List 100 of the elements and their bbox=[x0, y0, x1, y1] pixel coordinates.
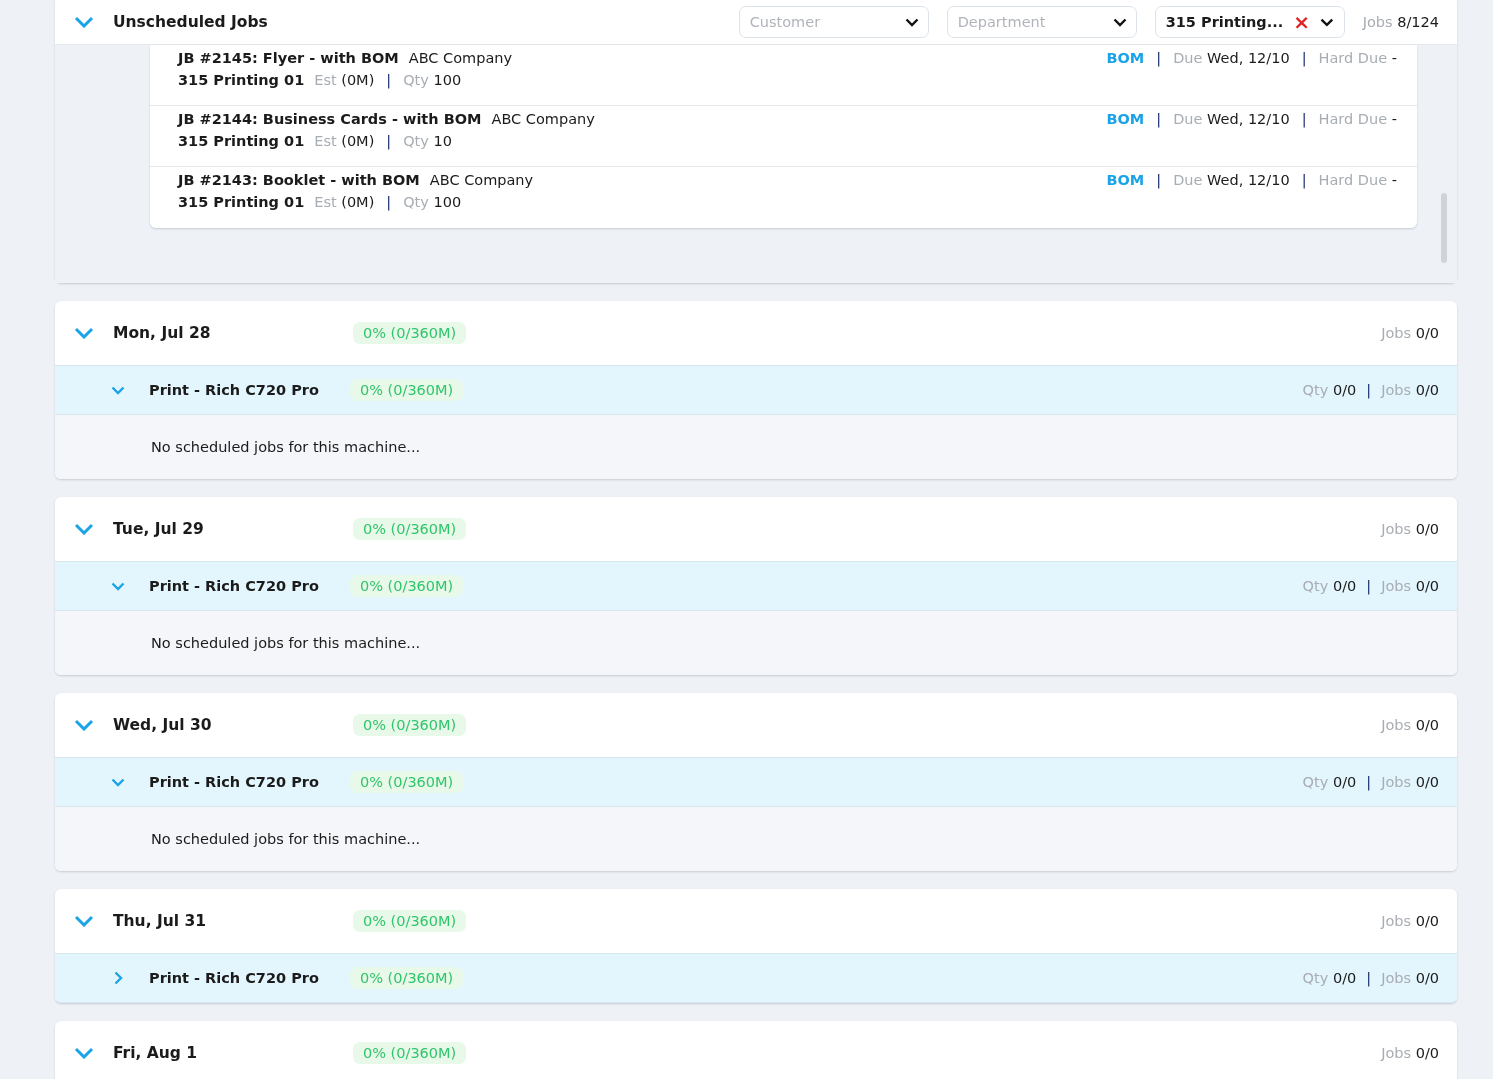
machine-name: 315 Printing 01 bbox=[178, 133, 305, 149]
job-row[interactable]: JB #2143: Booklet - with BOM ABC Company 315 Printing 01 Est (0M) | Qty 100 BOM | Due Wed, 12/10 | Hard Due - bbox=[150, 167, 1417, 228]
hard-due-date: Hard Due - bbox=[1318, 172, 1397, 188]
machine-row[interactable]: Print - Rich C720 Pro 0% (0/360M) Qty 0/0 | Jobs 0/0 bbox=[55, 561, 1457, 611]
collapse-toggle[interactable] bbox=[73, 16, 95, 28]
estimate-text: Est (0M) bbox=[314, 194, 375, 210]
quantity-count: Qty 0/0 bbox=[1302, 970, 1357, 986]
utilization-badge: 0% (0/360M) bbox=[350, 379, 464, 401]
utilization-badge: 0% (0/360M) bbox=[353, 910, 467, 932]
separator: | bbox=[1301, 50, 1307, 66]
separator: | bbox=[1366, 774, 1372, 790]
chevron-down-icon bbox=[1112, 18, 1127, 27]
hard-due-date: Hard Due - bbox=[1318, 111, 1397, 127]
filter-dropdown[interactable]: Customer bbox=[738, 6, 929, 38]
utilization-badge: 0% (0/360M) bbox=[350, 575, 464, 597]
jobs-count: Jobs 0/0 bbox=[1381, 913, 1439, 929]
separator: | bbox=[1156, 172, 1162, 188]
empty-message: No scheduled jobs for this machine... bbox=[151, 831, 421, 847]
chevron-icon bbox=[74, 16, 94, 28]
jobs-count: Jobs 0/0 bbox=[1381, 970, 1439, 986]
customer-name: ABC Company bbox=[491, 111, 595, 127]
separator: | bbox=[1156, 50, 1162, 66]
job-title: JB #2144: Business Cards - with BOM bbox=[178, 111, 482, 127]
jobs-count: Jobs 0/0 bbox=[1381, 382, 1439, 398]
clear-button[interactable]: × bbox=[1293, 12, 1310, 32]
separator: | bbox=[1366, 382, 1372, 398]
chevron-icon bbox=[74, 523, 94, 535]
jobs-count: Jobs 0/0 bbox=[1381, 578, 1439, 594]
jobs-count: Jobs 0/0 bbox=[1381, 717, 1439, 733]
chevron-icon bbox=[74, 915, 94, 927]
day-title: Wed, Jul 30 bbox=[113, 716, 213, 734]
utilization-badge: 0% (0/360M) bbox=[353, 322, 467, 344]
separator: | bbox=[386, 72, 392, 88]
hard-due-date: Hard Due - bbox=[1318, 50, 1397, 66]
machine-name: Print - Rich C720 Pro bbox=[149, 382, 320, 398]
expand-toggle[interactable] bbox=[111, 385, 125, 395]
due-date: Due Wed, 12/10 bbox=[1173, 172, 1290, 188]
machine-row[interactable]: Print - Rich C720 Pro 0% (0/360M) Qty 0/0 | Jobs 0/0 bbox=[55, 757, 1457, 807]
machine-name: 315 Printing 01 bbox=[178, 194, 305, 210]
day-title: Thu, Jul 31 bbox=[113, 912, 207, 930]
empty-message: No scheduled jobs for this machine... bbox=[151, 635, 421, 651]
chevron-icon bbox=[74, 327, 94, 339]
collapse-toggle[interactable] bbox=[73, 1047, 95, 1059]
chevron-down-icon bbox=[904, 18, 919, 27]
filter-dropdown[interactable]: 315 Printing... × bbox=[1154, 6, 1345, 38]
separator: | bbox=[1301, 111, 1307, 127]
utilization-badge: 0% (0/360M) bbox=[353, 518, 467, 540]
machine-name: Print - Rich C720 Pro bbox=[149, 578, 320, 594]
collapse-toggle[interactable] bbox=[73, 915, 95, 927]
estimate-text: Est (0M) bbox=[314, 133, 375, 149]
jobs-count: Jobs 0/0 bbox=[1381, 325, 1439, 341]
job-title: JB #2145: Flyer - with BOM bbox=[178, 50, 399, 66]
quantity-text: Qty 100 bbox=[403, 194, 462, 210]
quantity-count: Qty 0/0 bbox=[1302, 774, 1357, 790]
machine-name: 315 Printing 01 bbox=[178, 72, 305, 88]
job-row[interactable]: JB #2144: Business Cards - with BOM ABC Company 315 Printing 01 Est (0M) | Qty 10 BOM | Due Wed, 12/10 | Hard Due - bbox=[150, 106, 1417, 167]
separator: | bbox=[1156, 111, 1162, 127]
separator: | bbox=[386, 194, 392, 210]
day-title: Tue, Jul 29 bbox=[113, 520, 205, 538]
collapse-toggle[interactable] bbox=[73, 327, 95, 339]
separator: | bbox=[1366, 970, 1372, 986]
quantity-text: Qty 100 bbox=[403, 72, 462, 88]
quantity-count: Qty 0/0 bbox=[1302, 382, 1357, 398]
collapse-toggle[interactable] bbox=[73, 523, 95, 535]
jobs-count: Jobs 8/124 bbox=[1362, 14, 1439, 30]
chevron-down-icon bbox=[1319, 17, 1334, 27]
separator: | bbox=[386, 133, 392, 149]
separator: | bbox=[1301, 172, 1307, 188]
filter-dropdown[interactable]: Department bbox=[946, 6, 1137, 38]
customer-name: ABC Company bbox=[429, 172, 534, 188]
chevron-icon bbox=[111, 777, 125, 787]
due-date: Due Wed, 12/10 bbox=[1173, 111, 1290, 127]
machine-row[interactable]: Print - Rich C720 Pro 0% (0/360M) Qty 0/0 | Jobs 0/0 bbox=[55, 365, 1457, 415]
job-title: JB #2143: Booklet - with BOM bbox=[178, 172, 420, 188]
utilization-badge: 0% (0/360M) bbox=[353, 714, 467, 736]
utilization-badge: 0% (0/360M) bbox=[353, 1042, 467, 1064]
empty-message: No scheduled jobs for this machine... bbox=[151, 439, 421, 455]
jobs-count: Jobs 0/0 bbox=[1381, 521, 1439, 537]
separator: | bbox=[1366, 578, 1372, 594]
expand-toggle[interactable] bbox=[111, 777, 125, 787]
chevron-icon bbox=[74, 1047, 94, 1059]
utilization-badge: 0% (0/360M) bbox=[350, 967, 464, 989]
day-title: Mon, Jul 28 bbox=[113, 324, 212, 342]
chevron-icon bbox=[111, 581, 125, 591]
jobs-count: Jobs 0/0 bbox=[1381, 1045, 1439, 1061]
customer-name: ABC Company bbox=[408, 50, 513, 66]
due-date: Due Wed, 12/10 bbox=[1173, 50, 1290, 66]
jobs-count: Jobs 0/0 bbox=[1381, 774, 1439, 790]
chevron-icon bbox=[74, 719, 94, 731]
expand-toggle[interactable] bbox=[111, 581, 125, 591]
chevron-icon bbox=[111, 385, 125, 395]
machine-name: Print - Rich C720 Pro bbox=[149, 970, 320, 986]
chevron-icon bbox=[113, 971, 123, 985]
utilization-badge: 0% (0/360M) bbox=[350, 771, 464, 793]
collapse-toggle[interactable] bbox=[73, 719, 95, 731]
section-title: Unscheduled Jobs bbox=[113, 13, 268, 31]
machine-row[interactable]: Print - Rich C720 Pro 0% (0/360M) Qty 0/0 | Jobs 0/0 bbox=[55, 953, 1457, 1003]
machine-name: Print - Rich C720 Pro bbox=[149, 774, 320, 790]
job-row[interactable]: JB #2145: Flyer - with BOM ABC Company 315 Printing 01 Est (0M) | Qty 100 BOM | Due Wed, 12/10 | Hard Due - bbox=[150, 45, 1417, 106]
day-title: Fri, Aug 1 bbox=[113, 1044, 199, 1062]
